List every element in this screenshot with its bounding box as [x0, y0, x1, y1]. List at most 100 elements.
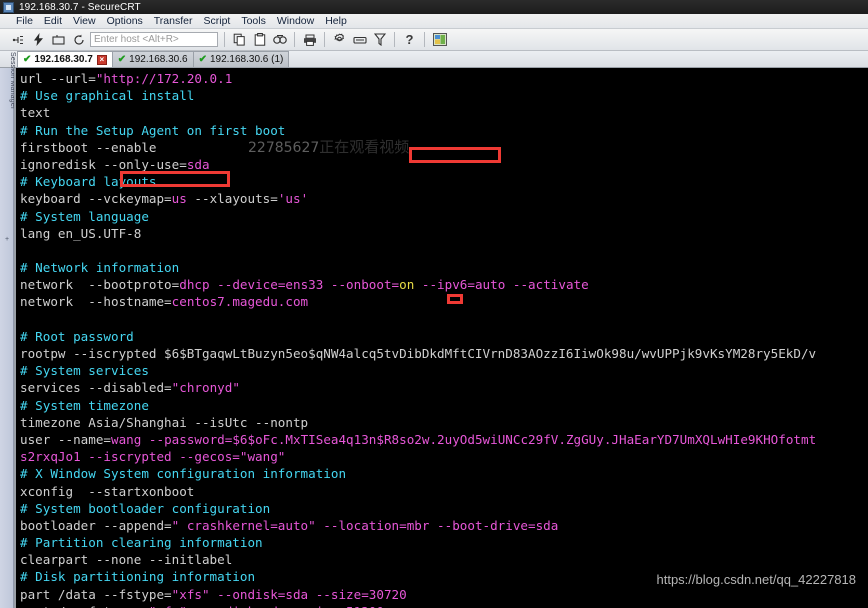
terminal-text: network --bootproto=: [20, 277, 180, 293]
menu-window[interactable]: Window: [277, 15, 314, 27]
connected-check-icon: ✔: [198, 54, 207, 65]
tab-close-icon[interactable]: ×: [96, 54, 107, 65]
terminal-text: timezone Asia/Shanghai --isUtc --nontp: [20, 414, 309, 430]
terminal-line: xconfig --startxonboot: [20, 483, 868, 500]
copy-icon[interactable]: [231, 31, 248, 48]
main-area: Session Manager + url --url="http://172.…: [0, 52, 868, 608]
menu-transfer[interactable]: Transfer: [154, 15, 193, 27]
terminal-line: lang en_US.UTF-8: [20, 225, 868, 242]
terminal-text: rootpw --iscrypted $6$BTgaqwLtBuzyn5eo$q…: [20, 346, 817, 361]
terminal-text: network --hostname=: [20, 294, 172, 310]
quick-connect-icon[interactable]: [30, 31, 47, 48]
terminal-line: network --hostname=centos7.magedu.com: [20, 293, 868, 310]
connect-icon[interactable]: [10, 31, 27, 48]
terminal-text: wang: [111, 431, 142, 447]
terminal-text: # X Window System configuration informat…: [20, 466, 347, 482]
terminal-text: url --url=: [20, 71, 96, 86]
terminal-line: s2rxqJo1 --iscrypted --gecos="wang": [20, 448, 868, 465]
terminal-output[interactable]: url --url="http://172.20.0.1 # Use graphi…: [16, 68, 868, 608]
terminal-line: keyboard --vckeymap=us --xlayouts='us': [20, 190, 868, 207]
toolbar-separator-5: [424, 32, 425, 47]
terminal-line: # Root password: [20, 328, 868, 345]
find-icon[interactable]: [271, 31, 288, 48]
menu-edit[interactable]: Edit: [44, 15, 62, 27]
tab-192-168-30-6-1[interactable]: ✔ 192.168.30.6 (1): [192, 51, 290, 67]
terminal-line: # System services: [20, 362, 868, 379]
terminal-text: # Partition clearing information: [20, 535, 263, 551]
terminal-line: # Keyboard layouts: [20, 173, 868, 190]
terminal-text: centos7.magedu.com: [171, 294, 309, 310]
menu-file[interactable]: File: [16, 15, 33, 27]
terminal-text: # System services: [20, 363, 149, 379]
menu-script[interactable]: Script: [204, 15, 231, 27]
terminal-line: clearpart --none --initlabel: [20, 551, 868, 568]
tab-192-168-30-6[interactable]: ✔ 192.168.30.6: [111, 51, 194, 67]
terminal-text: # System timezone: [20, 397, 149, 413]
terminal-line: network --bootproto=dhcp --device=ens33 …: [20, 276, 868, 293]
log-session-icon[interactable]: [351, 31, 368, 48]
terminal-line: # Network information: [20, 259, 868, 276]
terminal-line: text: [20, 104, 868, 121]
host-input[interactable]: Enter host <Alt+R>: [90, 32, 218, 47]
terminal-text: # Network information: [20, 260, 180, 276]
terminal-text: --xlayouts=: [186, 191, 278, 207]
connect-in-tab-icon[interactable]: [50, 31, 67, 48]
terminal-text: s2rxqJo1 --iscrypted --gecos="wang": [20, 449, 286, 465]
terminal-text: us: [171, 191, 187, 207]
terminal-text: clearpart --none --initlabel: [20, 552, 233, 568]
terminal-text: lang en_US.UTF-8: [20, 225, 142, 241]
connected-check-icon: ✔: [23, 54, 32, 65]
terminal-text: # Use graphical install: [20, 88, 195, 104]
window-title: 192.168.30.7 - SecureCRT: [19, 1, 141, 13]
menu-help[interactable]: Help: [325, 15, 347, 27]
session-manager-tick: +: [5, 236, 10, 243]
terminal-text: xconfig --startxonboot: [20, 483, 195, 499]
terminal-line: # Partition clearing information: [20, 534, 868, 551]
terminal-text: "chronyd": [171, 380, 240, 396]
terminal-text: --device=ens33 --onboot=: [209, 277, 400, 293]
terminal-text: # Root password: [20, 328, 134, 344]
menu-options[interactable]: Options: [107, 15, 143, 27]
terminal-text: "xfs" --ondisk=sda --size=51200: [141, 604, 384, 608]
toolbar-separator-2: [294, 32, 295, 47]
terminal-text: "xfs" --ondisk=sda --size=30720: [171, 586, 407, 602]
toolbar-separator-1: [224, 32, 225, 47]
help-icon[interactable]: ?: [401, 31, 418, 48]
terminal-text: ignoredisk --only-use=: [20, 156, 187, 172]
window-arrange-icon[interactable]: [431, 31, 448, 48]
toolbar: Enter host <Alt+R> ?: [0, 29, 868, 51]
filter-icon[interactable]: [371, 31, 388, 48]
settings-icon[interactable]: [331, 31, 348, 48]
session-manager-rail[interactable]: Session Manager +: [0, 52, 16, 608]
terminal-line: # System timezone: [20, 397, 868, 414]
menu-tools[interactable]: Tools: [241, 15, 266, 27]
terminal-line: bootloader --append=" crashkernel=auto" …: [20, 517, 868, 534]
terminal-line: # System language: [20, 208, 868, 225]
tab-label: 192.168.30.6: [129, 54, 188, 65]
terminal-text: user --name=: [20, 431, 111, 447]
terminal-text: " crashkernel=auto" --location=mbr --boo…: [171, 517, 559, 533]
terminal-line: # System bootloader configuration: [20, 500, 868, 517]
menu-view[interactable]: View: [73, 15, 96, 27]
terminal-text: # Run the Setup Agent on first boot: [20, 122, 286, 138]
connected-check-icon: ✔: [117, 54, 127, 65]
terminal-text: on: [399, 277, 415, 293]
terminal-line: # Run the Setup Agent on first boot: [20, 122, 868, 139]
terminal-text: part /data --fstype=: [20, 586, 172, 602]
tab-bar: ✔ 192.168.30.7 × ✔ 192.168.30.6 ✔ 192.16…: [0, 51, 868, 68]
reconnect-icon[interactable]: [70, 31, 87, 48]
tab-label: 192.168.30.7: [34, 54, 93, 65]
tab-192-168-30-7[interactable]: ✔ 192.168.30.7 ×: [17, 51, 113, 67]
terminal-line: # X Window System configuration informat…: [20, 465, 868, 482]
terminal-line: user --name=wang --password=$6$oFc.MxTIS…: [20, 431, 868, 448]
terminal-line: url --url="http://172.20.0.1: [20, 70, 868, 87]
terminal-text: keyboard --vckeymap=: [20, 191, 172, 207]
paste-icon[interactable]: [251, 31, 268, 48]
terminal-text: # Disk partitioning information: [20, 569, 256, 585]
print-icon[interactable]: [301, 31, 318, 48]
terminal-line: part /data --fstype="xfs" --ondisk=sda -…: [20, 586, 868, 603]
securecrt-window: 192.168.30.7 - SecureCRT File Edit View …: [0, 0, 868, 608]
terminal-pane[interactable]: url --url="http://172.20.0.1 # Use graphi…: [14, 68, 868, 608]
